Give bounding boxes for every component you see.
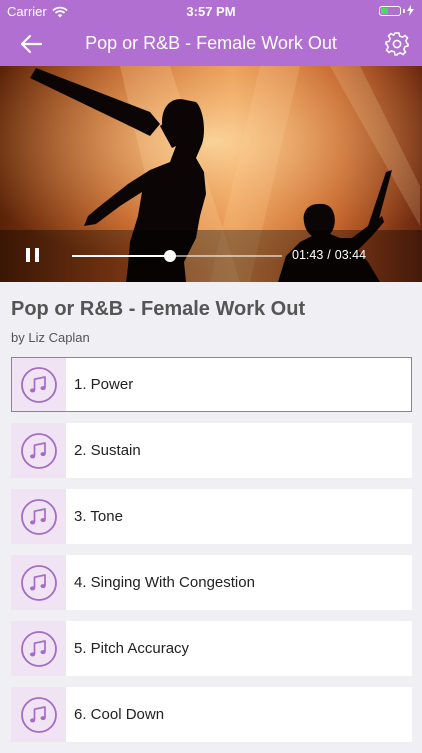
current-time: 01:43 <box>292 248 324 262</box>
total-time: 03:44 <box>334 248 367 262</box>
clock: 3:57 PM <box>186 4 236 19</box>
track-label: 6. Cool Down <box>74 706 165 723</box>
battery-icon <box>379 5 414 16</box>
track-item[interactable]: 4. Singing With Congestion <box>11 555 412 610</box>
seek-progress <box>72 255 170 257</box>
music-note-icon <box>20 696 57 733</box>
charging-bolt-icon <box>407 5 414 16</box>
navigation-bar: Pop or R&B - Female Work Out <box>0 22 422 66</box>
track-item[interactable]: 5. Pitch Accuracy <box>11 621 412 676</box>
seek-bar[interactable] <box>72 250 282 262</box>
track-item[interactable]: 3. Tone <box>11 489 412 544</box>
track-label: 2. Sustain <box>74 442 141 459</box>
track-item[interactable]: 6. Cool Down <box>11 687 412 742</box>
track-label: 1. Power <box>74 376 134 393</box>
pause-icon <box>26 248 30 262</box>
music-note-icon <box>20 432 57 469</box>
settings-button[interactable] <box>382 29 412 59</box>
track-list: 1. Power 2. Sustain 3. Tone 4. Singing W… <box>11 357 412 753</box>
track-item[interactable]: 1. Power <box>11 357 412 412</box>
time-separator: / <box>327 248 331 262</box>
back-arrow-icon <box>20 34 43 54</box>
back-button[interactable] <box>14 30 48 58</box>
seek-thumb[interactable] <box>163 250 176 262</box>
track-label: 4. Singing With Congestion <box>74 574 255 591</box>
music-note-icon <box>20 630 57 667</box>
nav-title: Pop or R&B - Female Work Out <box>85 33 337 53</box>
album-author: by Liz Caplan <box>11 330 90 345</box>
status-bar: Carrier 3:57 PM <box>0 0 422 22</box>
track-label: 5. Pitch Accuracy <box>74 640 190 657</box>
video-player[interactable]: 01:43/03:44 <box>0 66 422 282</box>
time-display: 01:43/03:44 <box>292 248 366 262</box>
track-label: 3. Tone <box>74 508 123 525</box>
player-controls: 01:43/03:44 <box>0 230 422 282</box>
music-note-icon <box>20 498 57 535</box>
gear-icon <box>385 32 409 56</box>
pause-button[interactable] <box>26 248 42 264</box>
track-item[interactable]: 2. Sustain <box>11 423 412 478</box>
album-title: Pop or R&B - Female Work Out <box>11 298 306 320</box>
music-note-icon <box>20 564 57 601</box>
music-note-icon <box>21 366 57 403</box>
